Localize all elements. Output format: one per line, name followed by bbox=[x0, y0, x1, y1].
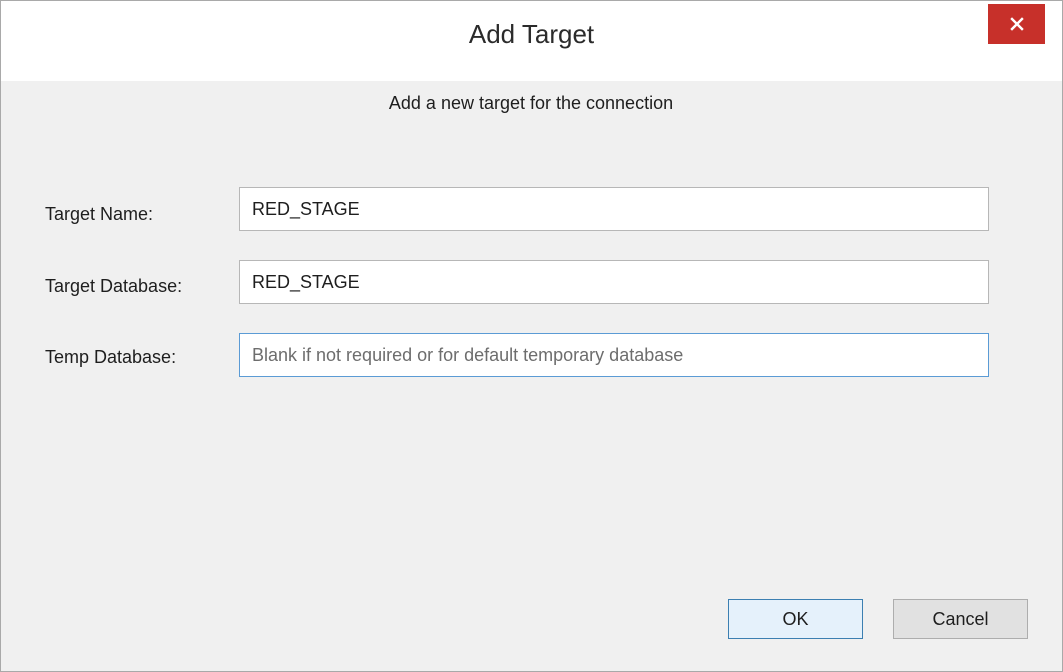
title-bar: Add Target bbox=[1, 1, 1062, 81]
target-database-input[interactable] bbox=[239, 260, 989, 304]
target-name-label: Target Name: bbox=[45, 204, 154, 224]
close-icon bbox=[1009, 17, 1024, 31]
dialog-body: Add a new target for the connection Targ… bbox=[25, 81, 1037, 658]
dialog-title: Add Target bbox=[468, 19, 595, 49]
close-button[interactable] bbox=[988, 4, 1045, 44]
cancel-button[interactable]: Cancel bbox=[893, 599, 1028, 639]
dialog-subtitle: Add a new target for the connection bbox=[388, 93, 674, 113]
temp-database-label: Temp Database: bbox=[45, 347, 177, 367]
target-database-label: Target Database: bbox=[45, 276, 183, 296]
ok-button[interactable]: OK bbox=[728, 599, 863, 639]
add-target-dialog: Add Target Add a new target for the conn… bbox=[0, 0, 1063, 672]
temp-database-input[interactable] bbox=[239, 333, 989, 377]
target-name-input[interactable] bbox=[239, 187, 989, 231]
